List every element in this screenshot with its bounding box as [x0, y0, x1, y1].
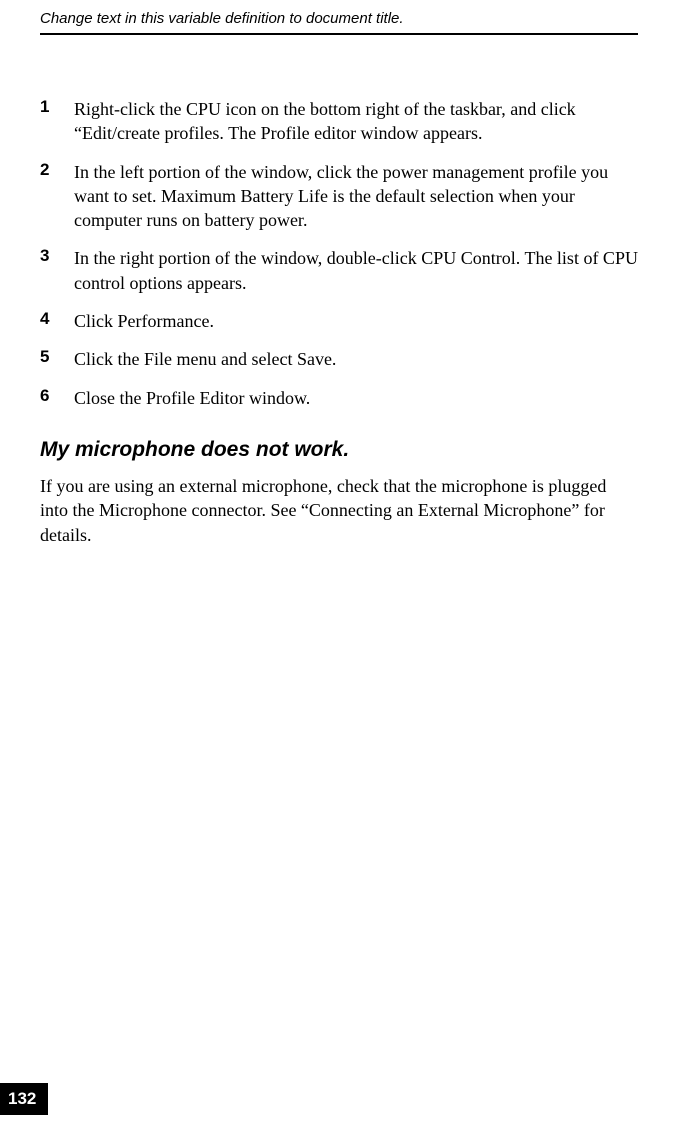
step-number: 5 [40, 347, 74, 371]
step-item: 1 Right-click the CPU icon on the bottom… [40, 97, 638, 146]
header-title: Change text in this variable definition … [40, 10, 638, 35]
document-page: Change text in this variable definition … [0, 0, 678, 547]
step-text: In the right portion of the window, doub… [74, 246, 638, 295]
step-text: Close the Profile Editor window. [74, 386, 310, 410]
step-item: 2 In the left portion of the window, cli… [40, 160, 638, 233]
step-list: 1 Right-click the CPU icon on the bottom… [40, 97, 638, 410]
step-number: 2 [40, 160, 74, 233]
step-text: In the left portion of the window, click… [74, 160, 638, 233]
step-item: 4 Click Performance. [40, 309, 638, 333]
step-text: Click the File menu and select Save. [74, 347, 336, 371]
step-text: Right-click the CPU icon on the bottom r… [74, 97, 638, 146]
section-heading: My microphone does not work. [40, 438, 638, 462]
page-number: 132 [0, 1083, 48, 1115]
step-number: 3 [40, 246, 74, 295]
step-text: Click Performance. [74, 309, 214, 333]
step-item: 5 Click the File menu and select Save. [40, 347, 638, 371]
step-item: 3 In the right portion of the window, do… [40, 246, 638, 295]
step-number: 6 [40, 386, 74, 410]
section-body: If you are using an external microphone,… [40, 474, 638, 547]
step-item: 6 Close the Profile Editor window. [40, 386, 638, 410]
step-number: 1 [40, 97, 74, 146]
step-number: 4 [40, 309, 74, 333]
